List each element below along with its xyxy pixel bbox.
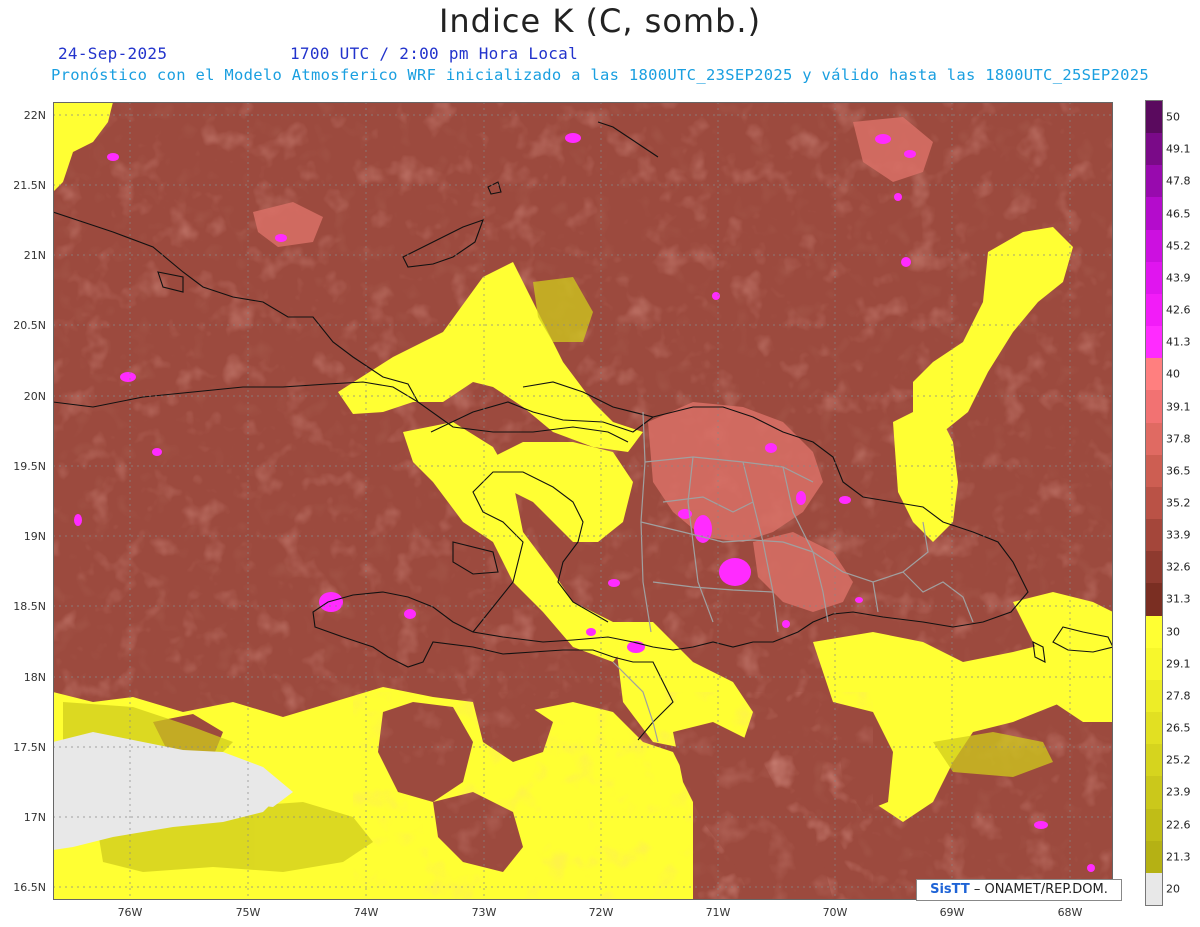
colorbar-swatch	[1146, 486, 1162, 520]
lon-label: 75W	[235, 906, 261, 919]
colorbar-label: 20	[1166, 882, 1180, 896]
colorbar-swatch	[1146, 744, 1162, 777]
colorbar-label: 33.9	[1166, 528, 1191, 542]
lat-label: 21.5N	[13, 179, 46, 192]
colorbar-swatch	[1146, 808, 1162, 842]
colorbar-swatch	[1146, 712, 1162, 745]
colorbar-label: 32.6	[1166, 560, 1191, 574]
lat-label: 17N	[23, 811, 46, 824]
colorbar-label: 25.2	[1166, 753, 1191, 767]
lon-label: 69W	[939, 906, 965, 919]
colorbar-swatch	[1146, 840, 1162, 874]
lat-label: 20.5N	[13, 319, 46, 332]
colorbar-label: 45.2	[1166, 239, 1191, 253]
colorbar-label: 27.8	[1166, 689, 1191, 703]
colorbar-swatch	[1146, 551, 1162, 584]
colorbar-label: 36.5	[1166, 464, 1191, 478]
lat-label: 18N	[23, 671, 46, 684]
colorbar-swatch	[1146, 647, 1162, 681]
colorbar-swatch	[1146, 261, 1162, 295]
chart-title: Indice K (C, somb.)	[438, 2, 762, 40]
colorbar	[1145, 100, 1163, 906]
colorbar-swatch	[1146, 519, 1162, 552]
forecast-info: Pronóstico con el Modelo Atmosferico WRF…	[50, 66, 1150, 84]
colorbar-swatch	[1146, 326, 1162, 359]
colorbar-label: 35.2	[1166, 496, 1191, 510]
colorbar-swatch	[1146, 165, 1162, 198]
south-texture	[353, 692, 873, 900]
lat-label: 16.5N	[13, 881, 46, 894]
colorbar-label: 31.3	[1166, 592, 1191, 606]
colorbar-swatch	[1146, 454, 1162, 488]
lat-label: 19N	[23, 530, 46, 543]
credit-text: – ONAMET/REP.DOM.	[973, 882, 1108, 897]
credit-box: SisTT – ONAMET/REP.DOM.	[916, 879, 1122, 901]
colorbar-swatch	[1146, 133, 1162, 166]
colorbar-swatch	[1146, 583, 1162, 617]
sistt-logo: SisTT	[930, 882, 970, 897]
forecast-time: 1700 UTC / 2:00 pm Hora Local	[290, 44, 579, 63]
colorbar-swatch	[1146, 615, 1162, 649]
colorbar-swatch	[1146, 422, 1162, 456]
colorbar-swatch	[1146, 197, 1162, 231]
lon-label: 70W	[822, 906, 848, 919]
lon-label: 76W	[117, 906, 143, 919]
lat-label: 18.5N	[13, 600, 46, 613]
colorbar-label: 30	[1166, 625, 1180, 639]
colorbar-label: 26.5	[1166, 721, 1191, 735]
colorbar-swatch	[1146, 293, 1162, 327]
lon-label: 73W	[471, 906, 497, 919]
colorbar-label: 42.6	[1166, 303, 1191, 317]
colorbar-label: 43.9	[1166, 271, 1191, 285]
lat-label: 22N	[23, 109, 46, 122]
colorbar-swatch	[1146, 390, 1162, 424]
colorbar-label: 29.1	[1166, 657, 1191, 671]
forecast-date: 24-Sep-2025	[58, 44, 168, 63]
colorbar-swatch	[1146, 229, 1162, 263]
colorbar-label: 22.6	[1166, 818, 1191, 832]
lon-label: 68W	[1057, 906, 1083, 919]
colorbar-label: 21.3	[1166, 850, 1191, 864]
colorbar-label: 39.1	[1166, 400, 1191, 414]
k-index-map	[53, 102, 1113, 900]
colorbar-label: 40	[1166, 367, 1180, 381]
colorbar-label: 50	[1166, 110, 1180, 124]
lon-label: 74W	[353, 906, 379, 919]
colorbar-swatch	[1146, 358, 1162, 391]
lat-label: 20N	[23, 390, 46, 403]
lat-label: 21N	[23, 249, 46, 262]
lon-label: 72W	[588, 906, 614, 919]
lat-label: 19.5N	[13, 460, 46, 473]
colorbar-label: 46.5	[1166, 207, 1191, 221]
colorbar-label: 47.8	[1166, 174, 1191, 188]
lat-label: 17.5N	[13, 741, 46, 754]
colorbar-label: 37.8	[1166, 432, 1191, 446]
colorbar-swatch	[1146, 679, 1162, 713]
lon-label: 71W	[705, 906, 731, 919]
colorbar-swatch	[1146, 101, 1162, 134]
colorbar-swatch	[1146, 776, 1162, 810]
colorbar-label: 23.9	[1166, 785, 1191, 799]
map-area	[53, 102, 1113, 900]
colorbar-swatch	[1146, 872, 1162, 906]
colorbar-label: 49.1	[1166, 142, 1191, 156]
colorbar-label: 41.3	[1166, 335, 1191, 349]
